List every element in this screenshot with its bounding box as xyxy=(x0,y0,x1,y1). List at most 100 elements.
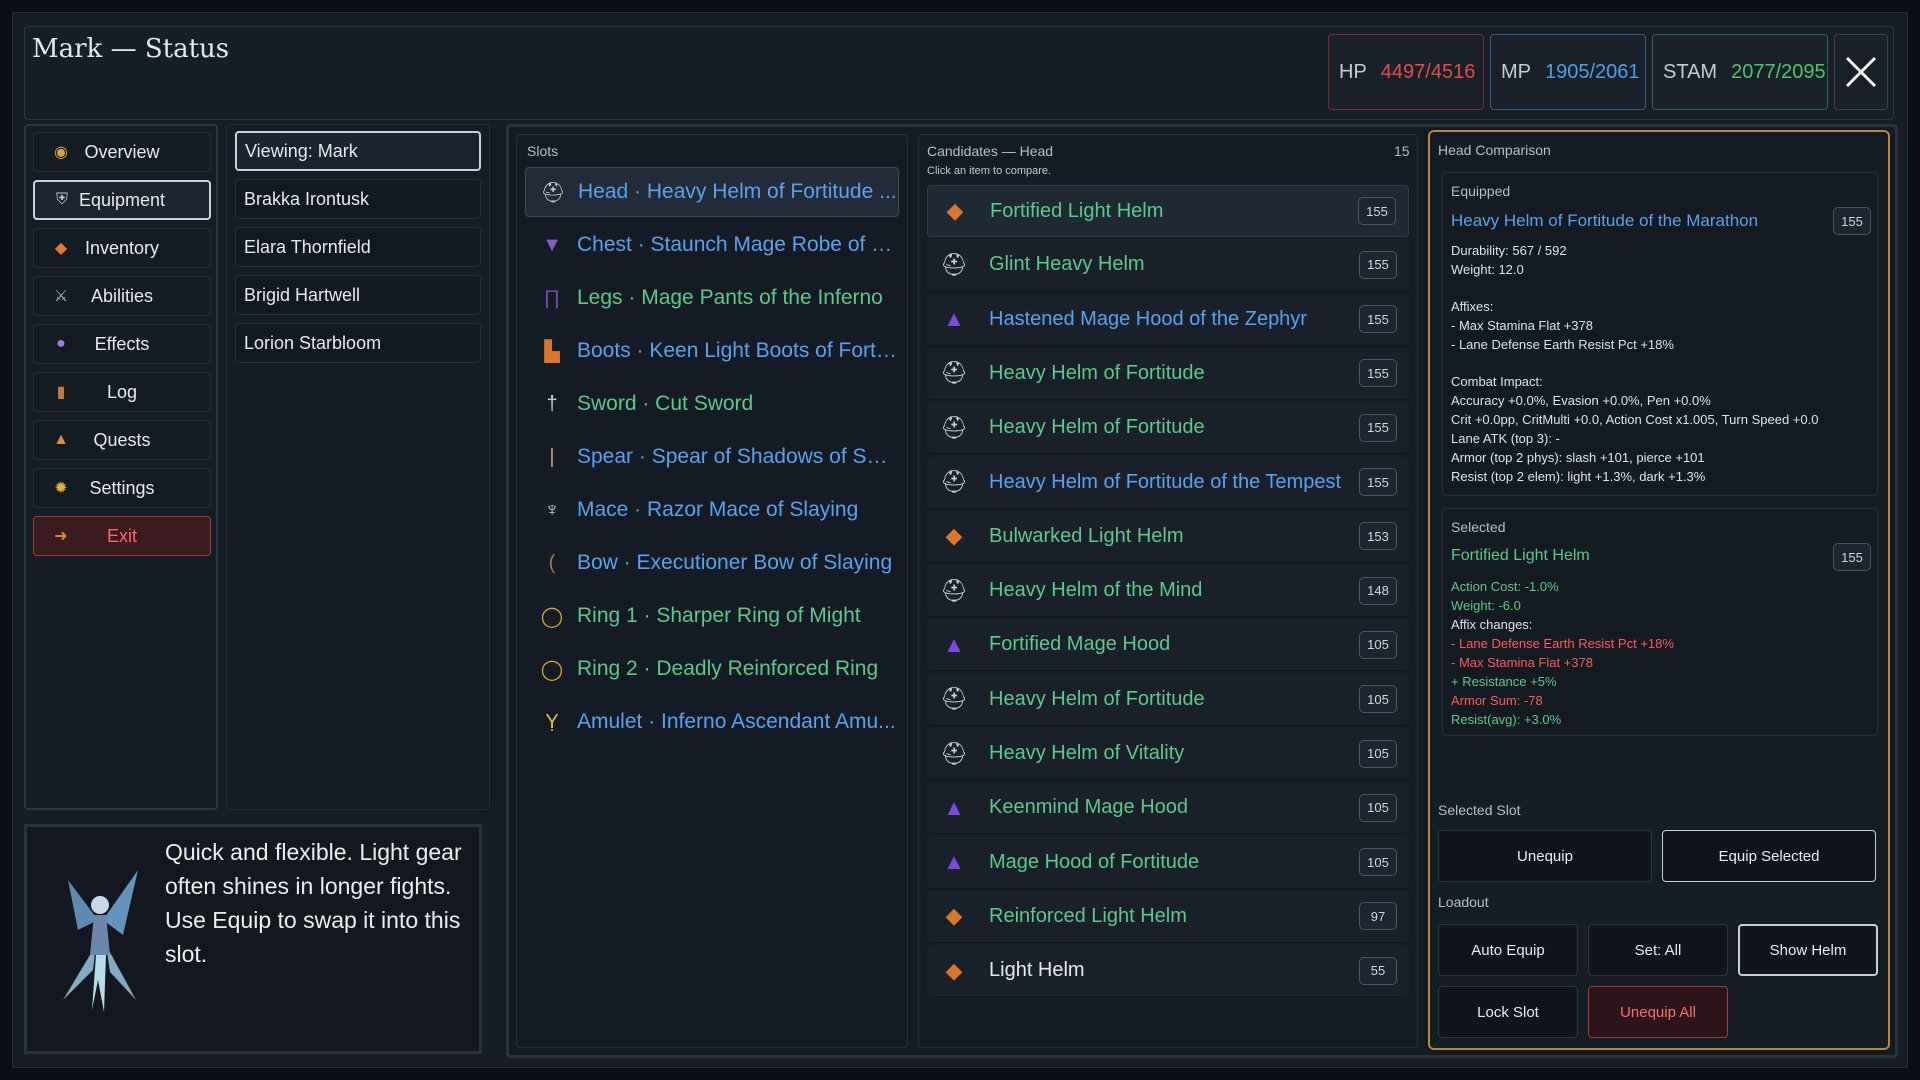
equip-selected-button[interactable]: Equip Selected xyxy=(1662,830,1876,882)
slot-head[interactable]: ⛑ Head · Heavy Helm of Fortitude ... xyxy=(525,167,899,217)
candidate-level: 105 xyxy=(1359,848,1397,877)
page-title: Mark — Status xyxy=(32,34,230,64)
stamina-value: 2077/2095 xyxy=(1731,60,1826,83)
slot-boots[interactable]: ▙ Boots · Keen Light Boots of Forti... xyxy=(525,326,899,376)
candidate-row[interactable]: ◆ Reinforced Light Helm 97 xyxy=(927,890,1409,943)
candidate-name: Light Helm xyxy=(989,959,1085,982)
nav-label: Settings xyxy=(89,477,155,498)
nav-overview[interactable]: ◉ Overview xyxy=(33,132,211,172)
stat-line: + Resistance +5% xyxy=(1451,674,1557,689)
slot-label: Mace · Razor Mace of Slaying xyxy=(577,498,859,521)
main-nav: ◉ Overview ⛨ Equipment ◆ Inventory ⚔ Abi… xyxy=(24,124,218,810)
equipped-item-name: Heavy Helm of Fortitude of the Marathon xyxy=(1451,211,1759,230)
equipped-stats: Durability: 567 / 592 Weight: 12.0 Affix… xyxy=(1451,241,1818,486)
candidate-row[interactable]: ⛑ Heavy Helm of Fortitude 155 xyxy=(927,402,1409,455)
nav-label: Inventory xyxy=(84,237,160,258)
candidate-row[interactable]: ◆ Bulwarked Light Helm 153 xyxy=(927,510,1409,563)
nav-quests[interactable]: ▲ Quests xyxy=(33,420,211,460)
slot-sword[interactable]: † Sword · Cut Sword xyxy=(525,379,899,429)
party-list: Viewing: Mark Brakka Irontusk Elara Thor… xyxy=(226,124,490,810)
candidate-row[interactable]: ⛑ Glint Heavy Helm 155 xyxy=(927,239,1409,292)
slot-mace[interactable]: ♆ Mace · Razor Mace of Slaying xyxy=(525,485,899,535)
nav-equipment[interactable]: ⛨ Equipment xyxy=(33,180,211,220)
stat-line: - Lane Defense Earth Resist Pct +18% xyxy=(1451,636,1674,651)
mage-hood-icon: ▲ xyxy=(943,306,965,332)
heavy-helm-icon: ⛑ xyxy=(940,740,968,766)
slot-ring-2[interactable]: ◯ Ring 2 · Deadly Reinforced Ring xyxy=(525,644,899,694)
candidate-row[interactable]: ⛑ Heavy Helm of Vitality 105 xyxy=(927,728,1409,780)
light-helm-icon: ◆ xyxy=(946,198,964,223)
slot-label: Head · Heavy Helm of Fortitude ... xyxy=(578,180,897,203)
mage-hood-icon: ▲ xyxy=(943,849,965,875)
candidate-level: 155 xyxy=(1359,468,1397,496)
candidate-row[interactable]: ◆ Light Helm 55 xyxy=(927,945,1409,998)
nav-effects[interactable]: ● Effects xyxy=(33,324,211,364)
candidate-row[interactable]: ▲ Hastened Mage Hood of the Zephyr 155 xyxy=(927,293,1409,346)
candidate-row[interactable]: ▲ Mage Hood of Fortitude 105 xyxy=(927,836,1409,889)
nav-inventory[interactable]: ◆ Inventory xyxy=(33,228,211,268)
nav-label: Abilities xyxy=(90,285,154,306)
party-member-mark[interactable]: Viewing: Mark xyxy=(235,131,481,171)
candidate-name: Hastened Mage Hood of the Zephyr xyxy=(989,307,1307,330)
nav-abilities[interactable]: ⚔ Abilities xyxy=(33,276,211,316)
heavy-helm-icon: ⛑ xyxy=(940,469,968,494)
candidate-row[interactable]: ◆ Fortified Light Helm 155 xyxy=(927,185,1409,237)
nav-settings[interactable]: ✹ Settings xyxy=(33,468,211,508)
nav-label: Effects xyxy=(94,333,150,354)
candidate-level: 155 xyxy=(1359,413,1397,442)
party-member[interactable]: Elara Thornfield xyxy=(235,227,481,267)
bow-icon: ( xyxy=(548,551,556,574)
stat-line: Combat Impact: xyxy=(1451,374,1543,389)
mage-hood-icon: ▲ xyxy=(943,631,965,657)
unequip-all-button[interactable]: Unequip All xyxy=(1588,986,1728,1038)
nav-log[interactable]: ▮ Log xyxy=(33,372,211,412)
comparison-title: Head Comparison xyxy=(1438,142,1551,158)
slot-spear[interactable]: | Spear · Spear of Shadows of Sun... xyxy=(525,432,899,482)
hp-stat: HP 4497/4516 xyxy=(1328,34,1484,110)
candidate-name: Bulwarked Light Helm xyxy=(989,524,1184,547)
hp-label: HP xyxy=(1339,60,1367,83)
candidate-level: 148 xyxy=(1359,576,1397,605)
pants-icon: ∏ xyxy=(543,286,561,309)
description-text: Quick and flexible. Light gear often shi… xyxy=(165,835,475,971)
slot-bow[interactable]: ( Bow · Executioner Bow of Slaying xyxy=(525,538,899,588)
heavy-helm-icon: ⛑ xyxy=(940,251,968,277)
lock-slot-button[interactable]: Lock Slot xyxy=(1438,986,1578,1038)
slot-legs[interactable]: ∏ Legs · Mage Pants of the Inferno xyxy=(525,273,899,323)
set-all-button[interactable]: Set: All xyxy=(1588,924,1728,976)
slot-label: Ring 2 · Deadly Reinforced Ring xyxy=(577,657,879,680)
party-member[interactable]: Brigid Hartwell xyxy=(235,275,481,315)
slot-label: Amulet · Inferno Ascendant Amu... xyxy=(577,710,896,733)
candidate-row[interactable]: ▲ Keenmind Mage Hood 105 xyxy=(927,782,1409,835)
party-member[interactable]: Lorion Starbloom xyxy=(235,323,481,363)
candidate-name: Heavy Helm of Fortitude xyxy=(989,416,1205,439)
slots-title: Slots xyxy=(527,143,559,159)
candidates-hint: Click an item to compare. xyxy=(927,165,1052,177)
show-helm-button[interactable]: Show Helm xyxy=(1738,924,1878,976)
candidate-row[interactable]: ⛑ Heavy Helm of the Mind 148 xyxy=(927,565,1409,618)
candidate-row[interactable]: ⛑ Heavy Helm of Fortitude of the Tempest 1… xyxy=(927,456,1409,509)
stat-line: Weight: 12.0 xyxy=(1451,262,1524,277)
auto-equip-button[interactable]: Auto Equip xyxy=(1438,924,1578,976)
sword-icon: † xyxy=(546,392,558,415)
nav-exit[interactable]: ➜ Exit xyxy=(33,516,211,556)
candidate-name: Heavy Helm of Fortitude xyxy=(989,361,1205,384)
slot-amulet[interactable]: Ỵ Amulet · Inferno Ascendant Amu... xyxy=(525,697,899,747)
unequip-button[interactable]: Unequip xyxy=(1438,830,1652,882)
selected-item-name: Fortified Light Helm xyxy=(1451,547,1590,564)
stat-line: Durability: 567 / 592 xyxy=(1451,243,1567,258)
candidate-row[interactable]: ⛑ Heavy Helm of Fortitude 105 xyxy=(927,673,1409,726)
party-member[interactable]: Brakka Irontusk xyxy=(235,179,481,219)
candidate-level: 105 xyxy=(1359,739,1397,768)
stat-line: Resist (top 2 elem): light +1.3%, dark +… xyxy=(1451,469,1706,484)
close-button[interactable] xyxy=(1834,34,1888,110)
candidate-row[interactable]: ▲ Fortified Mage Hood 105 xyxy=(927,619,1409,672)
candidate-row[interactable]: ⛑ Heavy Helm of Fortitude 155 xyxy=(927,347,1409,400)
candidates-panel: Candidates — Head 15 Click an item to co… xyxy=(918,134,1418,1048)
slot-label: Bow · Executioner Bow of Slaying xyxy=(577,551,893,574)
selected-stats: Action Cost: -1.0% Weight: -6.0 Affix ch… xyxy=(1451,577,1674,729)
slot-label: Chest · Staunch Mage Robe of Fl... xyxy=(577,233,897,256)
slot-ring-1[interactable]: ◯ Ring 1 · Sharper Ring of Might xyxy=(525,591,899,641)
ring-icon: ◯ xyxy=(540,658,564,681)
slot-chest[interactable]: ▼ Chest · Staunch Mage Robe of Fl... xyxy=(525,220,899,270)
